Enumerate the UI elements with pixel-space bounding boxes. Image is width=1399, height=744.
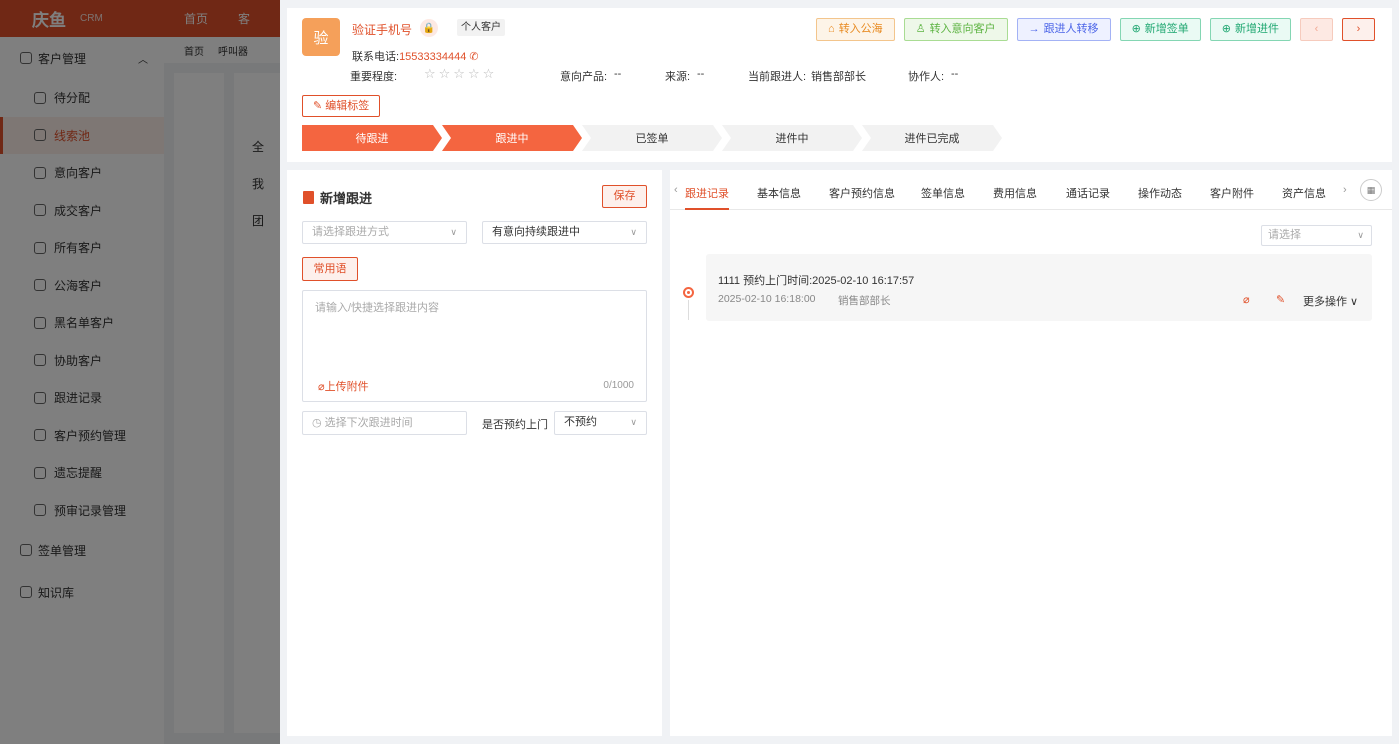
action-buttons: ⌂ 转入公海 ♙ 转入意向客户 → 跟进人转移 ⊕ 新增签单 ⊕ 新增进件 ‹ › <box>816 18 1375 41</box>
user-icon: ♙ <box>915 23 926 35</box>
customer-detail-drawer: 验 验证手机号 🔒 个人客户 联系电话:15533334444 ✆ 重要程度: … <box>280 0 1399 744</box>
followup-method-select[interactable]: 请选择跟进方式 ∨ <box>302 221 467 244</box>
visit-select[interactable]: 不预约 ∨ <box>554 411 647 435</box>
transfer-button[interactable]: → 跟进人转移 <box>1016 18 1111 41</box>
paperclip-icon: ⌀ <box>318 381 325 393</box>
customer-type-tag: 个人客户 <box>457 19 505 36</box>
chevron-down-icon: ∨ <box>450 227 457 237</box>
importance-label: 重要程度: <box>350 71 398 83</box>
to-intent-button[interactable]: ♙ 转入意向客户 <box>903 18 1008 41</box>
phone-icon[interactable]: ✆ <box>466 51 478 63</box>
product-value: -- <box>614 68 622 80</box>
clock-icon: ◷ <box>312 417 325 429</box>
followup-content-textarea[interactable]: 请输入/快捷选择跟进内容 ⌀上传附件 0/1000 <box>302 290 647 402</box>
followup-record-item: 1111 预约上门时间:2025-02-10 16:17:57 2025-02-… <box>706 254 1372 321</box>
paperclip-icon[interactable]: ⌀ <box>1243 293 1250 306</box>
edit-tag-button[interactable]: ✎ 编辑标签 <box>302 95 381 117</box>
plus-circle-icon: ⊕ <box>1131 23 1141 35</box>
followup-title: 新增跟进 <box>303 188 372 207</box>
followup-status-select[interactable]: 有意向持续跟进中 ∨ <box>482 221 647 244</box>
source-value: -- <box>697 68 705 80</box>
timeline-dot <box>683 287 694 298</box>
tab-fee-info[interactable]: 费用信息 <box>993 185 1037 201</box>
upload-attachment-link[interactable]: ⌀上传附件 <box>318 378 369 394</box>
record-title: 1111 预约上门时间:2025-02-10 16:17:57 <box>718 275 915 287</box>
chevron-down-icon: ∨ <box>630 417 637 427</box>
follower-value: 销售部部长 <box>811 71 866 83</box>
chevron-right-icon[interactable]: › <box>1343 184 1347 196</box>
stage-step[interactable]: 待跟进 <box>302 125 442 151</box>
tab-basic-info[interactable]: 基本信息 <box>757 185 801 201</box>
content-placeholder: 请输入/快捷选择跟进内容 <box>315 302 440 314</box>
phone-label: 联系电话: <box>352 51 400 63</box>
common-phrases-button[interactable]: 常用语 <box>302 257 358 281</box>
tab-assets[interactable]: 资产信息 <box>1282 185 1326 201</box>
prev-customer-button[interactable]: ‹ <box>1300 18 1333 41</box>
char-counter: 0/1000 <box>603 380 634 391</box>
stage-step[interactable]: 进件已完成 <box>862 125 1002 151</box>
customer-header: 验 验证手机号 🔒 个人客户 联系电话:15533334444 ✆ 重要程度: … <box>287 8 1392 162</box>
active-tab-indicator <box>685 208 729 210</box>
avatar: 验 <box>302 18 340 56</box>
next-customer-button[interactable]: › <box>1342 18 1375 41</box>
tab-operation-log[interactable]: 操作动态 <box>1138 185 1182 201</box>
add-sign-button[interactable]: ⊕ 新增签单 <box>1119 18 1201 41</box>
record-user: 销售部部长 <box>838 295 891 307</box>
stage-step[interactable]: 进件中 <box>722 125 862 151</box>
tab-followup-records[interactable]: 跟进记录 <box>685 185 729 201</box>
arrow-right-icon: → <box>1028 23 1040 35</box>
phone-row: 联系电话:15533334444 ✆ <box>352 48 479 64</box>
to-pool-button[interactable]: ⌂ 转入公海 <box>816 18 895 41</box>
next-followup-time-input[interactable]: ◷ 选择下次跟进时间 <box>302 411 467 435</box>
tab-bar: ‹ 跟进记录 基本信息 客户预约信息 签单信息 费用信息 通话记录 操作动态 客… <box>670 170 1392 210</box>
record-time: 2025-02-10 16:18:00 <box>718 293 816 305</box>
home-icon: ⌂ <box>828 23 835 35</box>
stage-progress: 待跟进 跟进中 已签单 进件中 进件已完成 <box>302 125 1002 151</box>
stage-step[interactable]: 已签单 <box>582 125 722 151</box>
visit-label: 是否预约上门 <box>482 419 548 431</box>
chevron-down-icon: ∨ <box>630 227 637 237</box>
detail-tabs-panel: ‹ 跟进记录 基本信息 客户预约信息 签单信息 费用信息 通话记录 操作动态 客… <box>670 170 1392 736</box>
chevron-down-icon: ∨ <box>1347 296 1359 308</box>
phone-number[interactable]: 15533334444 <box>399 51 466 63</box>
add-progress-button[interactable]: ⊕ 新增进件 <box>1209 18 1291 41</box>
edit-icon[interactable]: ✎ <box>1276 293 1285 306</box>
chevron-left-icon: ‹ <box>1314 23 1319 35</box>
source-label: 来源: <box>665 71 691 83</box>
tab-attachments[interactable]: 客户附件 <box>1210 185 1254 201</box>
more-actions-dropdown[interactable]: 更多操作 ∨ <box>1303 293 1358 309</box>
star-rating[interactable]: ☆☆☆☆☆ <box>424 66 497 82</box>
chevron-left-icon[interactable]: ‹ <box>674 184 678 196</box>
lock-icon[interactable]: 🔒 <box>420 19 438 37</box>
customer-name: 验证手机号 <box>352 23 413 37</box>
tab-sign-info[interactable]: 签单信息 <box>921 185 965 201</box>
partner-label: 协作人: <box>908 71 945 83</box>
save-button[interactable]: 保存 <box>602 185 647 208</box>
timeline-line <box>688 300 689 320</box>
product-label: 意向产品: <box>560 71 608 83</box>
plus-circle-icon: ⊕ <box>1221 23 1231 35</box>
record-filter-select[interactable]: 请选择 ∨ <box>1261 225 1372 246</box>
grid-icon[interactable]: ▦ <box>1360 179 1382 201</box>
tab-appointment[interactable]: 客户预约信息 <box>829 185 895 201</box>
stage-step[interactable]: 跟进中 <box>442 125 582 151</box>
document-icon <box>303 191 314 204</box>
tab-call-records[interactable]: 通话记录 <box>1066 185 1110 201</box>
chevron-down-icon: ∨ <box>1357 230 1364 240</box>
new-followup-panel: 新增跟进 保存 请选择跟进方式 ∨ 有意向持续跟进中 ∨ 常用语 请输入/快捷选择跟… <box>287 170 662 736</box>
partner-value: -- <box>951 68 959 80</box>
follower-label: 当前跟进人: <box>748 71 807 83</box>
chevron-right-icon: › <box>1356 23 1361 35</box>
pencil-icon: ✎ <box>313 100 326 112</box>
meta-row: 重要程度: ☆☆☆☆☆ 意向产品: -- 来源: -- 当前跟进人: 销售部部长… <box>350 66 1050 88</box>
